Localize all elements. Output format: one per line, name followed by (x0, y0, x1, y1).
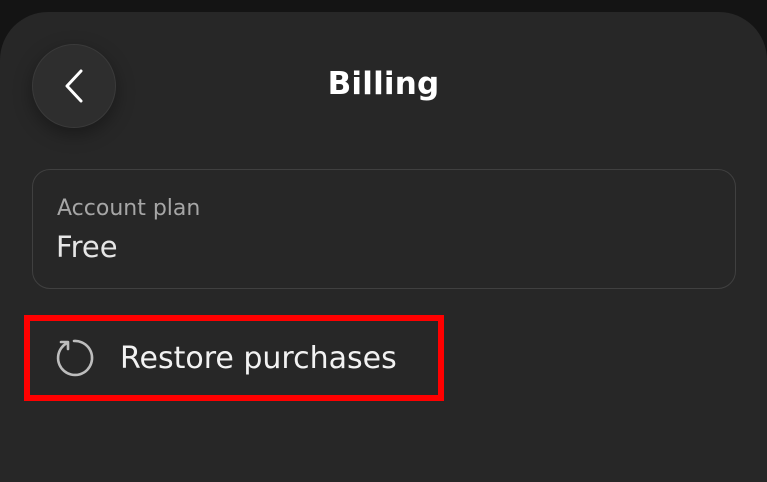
account-plan-value: Free (56, 230, 118, 264)
account-plan-label: Account plan (57, 196, 201, 221)
page-title: Billing (327, 66, 440, 102)
account-plan-card: Account plan Free (32, 169, 736, 289)
billing-sheet: Billing Account plan Free Restore purcha… (0, 12, 767, 482)
restore-purchases-button[interactable]: Restore purchases (24, 315, 444, 401)
refresh-icon (52, 336, 96, 380)
restore-purchases-label: Restore purchases (120, 340, 397, 376)
